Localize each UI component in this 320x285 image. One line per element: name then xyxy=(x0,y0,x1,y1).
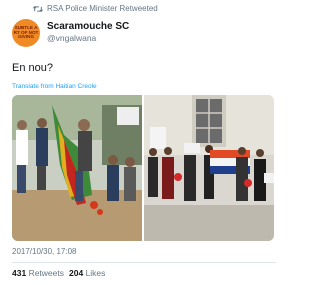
tweet-text: En nou? xyxy=(12,62,53,74)
retweets-label: Retweets xyxy=(28,268,64,278)
retweet-notice-text: RSA Police Minister Retweeted xyxy=(47,4,158,13)
tweet-photo-left[interactable] xyxy=(12,95,142,241)
tweet-media xyxy=(12,95,274,241)
retweet-icon xyxy=(33,5,43,13)
retweet-notice[interactable]: RSA Police Minister Retweeted xyxy=(33,4,158,13)
tweet-photo-right[interactable] xyxy=(144,95,274,241)
avatar[interactable]: SUBTLE ART OF NOT GIVING xyxy=(12,19,40,47)
retweets-count: 431 xyxy=(12,268,27,278)
retweets-stat[interactable]: 431 Retweets xyxy=(12,268,64,278)
likes-stat[interactable]: 204 Likes xyxy=(69,268,105,278)
tweet-stats: 431 Retweets 204 Likes xyxy=(12,268,105,278)
stats-divider xyxy=(12,262,276,263)
likes-label: Likes xyxy=(85,268,106,278)
translate-link[interactable]: Translate from Haitian Creole xyxy=(12,83,97,90)
author-handle[interactable]: @vngalwana xyxy=(47,33,96,43)
avatar-logo-text: SUBTLE ART OF NOT GIVING xyxy=(13,24,39,40)
likes-count: 204 xyxy=(69,268,84,278)
author-name[interactable]: Scaramouche SC xyxy=(47,21,129,32)
tweet-timestamp[interactable]: 2017/10/30, 17:08 xyxy=(12,247,77,256)
